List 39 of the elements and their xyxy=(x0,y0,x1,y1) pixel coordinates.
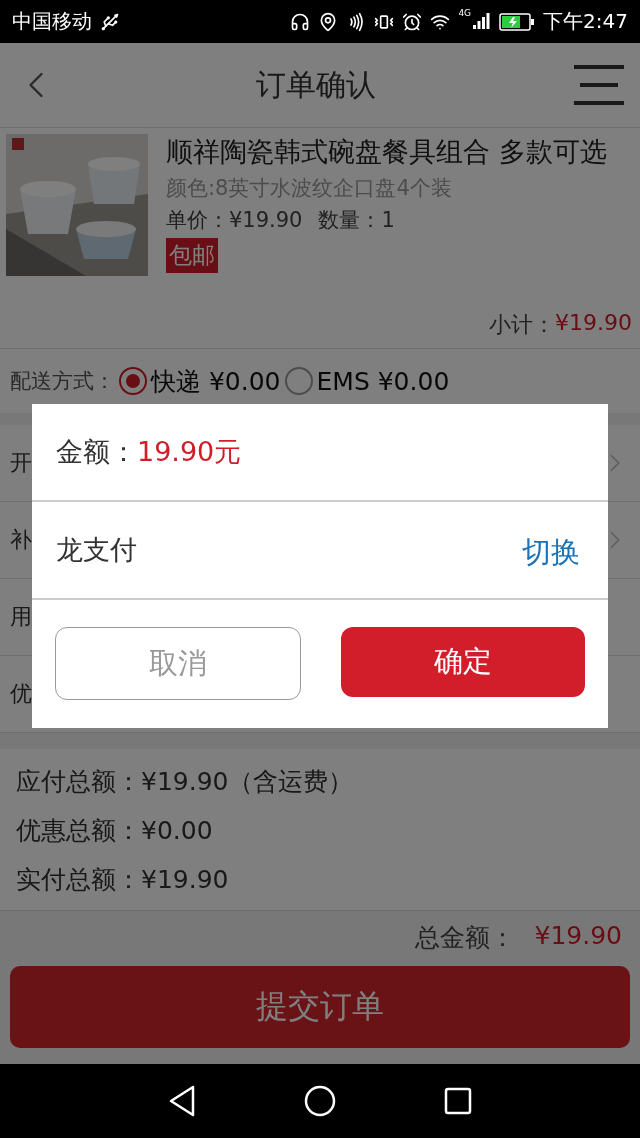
radio-button[interactable] xyxy=(284,367,313,395)
product-name: 顺祥陶瓷韩式碗盘餐具组合 多款可选 xyxy=(166,135,607,169)
total-amount-label: 总金额： xyxy=(414,922,515,954)
total-line: 实付总额：¥19.90 xyxy=(16,864,230,896)
shipping-option: 快递 ¥0.00 xyxy=(151,364,281,398)
total-amount-value: ¥19.90 xyxy=(534,921,622,952)
signal-icon xyxy=(473,12,492,31)
confirm-button[interactable]: 确定 xyxy=(341,627,585,697)
shipping-option: EMS ¥0.00 xyxy=(316,366,450,396)
carrier-name: 中国移动 xyxy=(12,8,92,35)
cancel-button[interactable]: 取消 xyxy=(55,627,301,700)
option-label: 开 xyxy=(10,449,32,477)
submit-order-button[interactable]: 提交订单 xyxy=(10,966,630,1048)
network-type: 4G xyxy=(458,8,472,18)
alarm-icon xyxy=(402,11,423,32)
back-icon[interactable] xyxy=(168,1085,196,1117)
subtotal-value: ¥19.90 xyxy=(555,310,632,337)
page-title: 订单确认 xyxy=(256,65,376,104)
clock-time: 下午2:47 xyxy=(543,8,628,35)
free-shipping-tag: 包邮 xyxy=(166,238,218,273)
option-label: 用 xyxy=(10,603,32,631)
shipping-label: 配送方式： xyxy=(10,368,115,395)
recents-icon[interactable] xyxy=(444,1087,472,1115)
quantity: 数量：1 xyxy=(318,207,395,234)
subtotal-label: 小计： xyxy=(489,311,555,339)
home-icon[interactable] xyxy=(304,1085,336,1117)
unit-price: 单价：¥19.90 xyxy=(166,207,303,234)
total-line: 应付总额：¥19.90（含运费） xyxy=(16,766,355,798)
amount-text: 金额：19.90元 xyxy=(56,435,242,469)
switch-link[interactable]: 切换 xyxy=(522,533,580,573)
option-label: 补 xyxy=(10,526,32,554)
headphones-icon xyxy=(290,11,311,32)
battery-icon xyxy=(499,12,536,31)
option-label: 优 xyxy=(10,680,32,708)
total-line: 优惠总额：¥0.00 xyxy=(16,815,214,847)
payment-method: 龙支付 xyxy=(56,533,137,567)
menu-icon[interactable] xyxy=(574,65,624,105)
usb-icon xyxy=(100,11,120,32)
radio-button[interactable] xyxy=(119,367,147,395)
